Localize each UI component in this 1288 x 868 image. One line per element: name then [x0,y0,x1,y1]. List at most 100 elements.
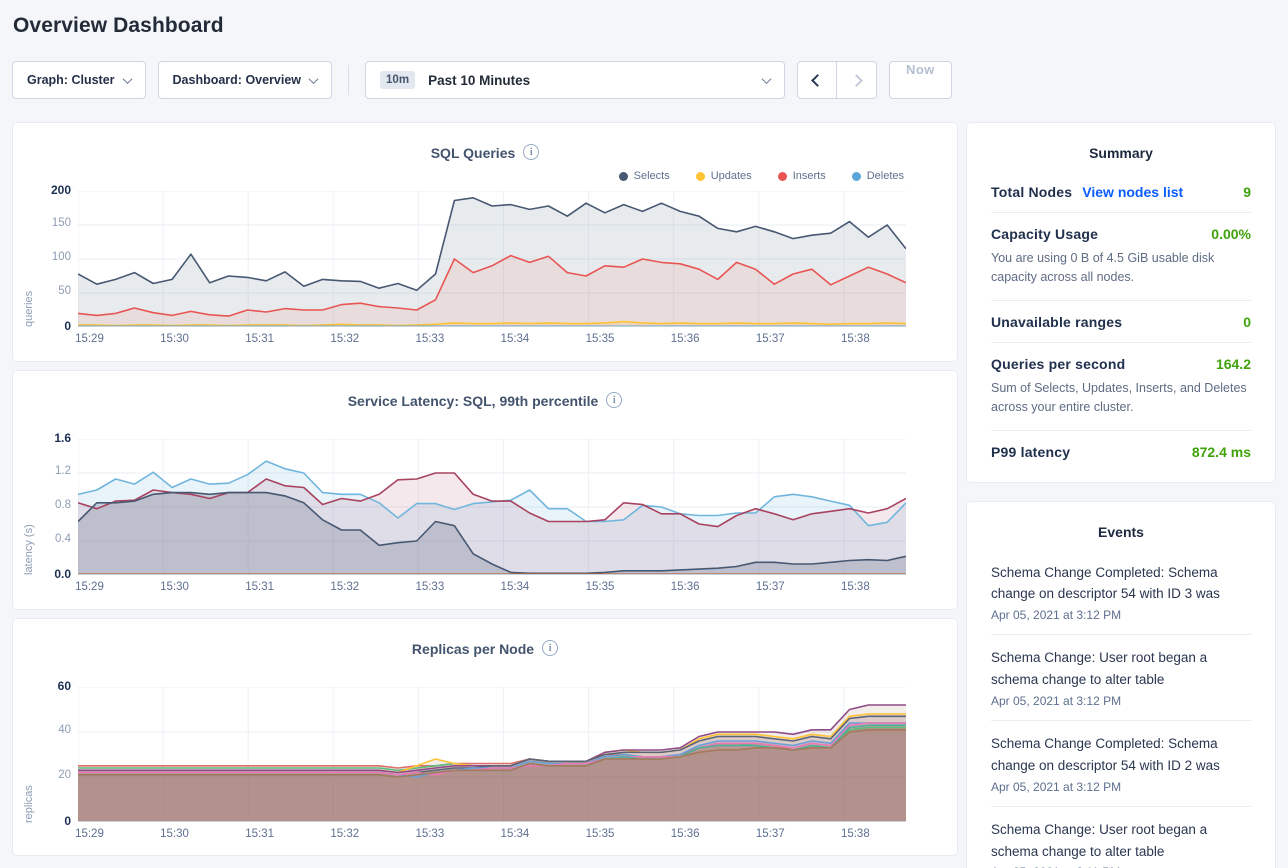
summary-label: Queries per second [991,356,1125,372]
events-title: Events [991,518,1251,550]
time-range-picker[interactable]: 10m Past 10 Minutes [365,61,785,99]
x-axis-tick-label: 15:34 [501,581,530,593]
chevron-down-icon [762,74,772,84]
summary-panel: Summary Total Nodes View nodes list 9 Ca… [966,122,1276,483]
chevron-down-icon [122,74,132,84]
info-icon[interactable]: i [542,640,558,656]
x-axis-tick-label: 15:38 [841,581,870,593]
y-axis-tick-label: 40 [27,724,71,736]
plot-area [78,191,906,327]
y-axis-unit-label: replicas [23,687,35,823]
chevron-right-icon [850,74,863,87]
event-message: Schema Change: User root began a schema … [991,819,1251,863]
y-axis-tick-label: 100 [27,251,71,263]
legend-dot-icon [696,172,705,181]
x-axis-tick-label: 15:32 [330,333,359,345]
y-axis-tick-label: 1.2 [27,465,71,477]
plot-area [78,439,906,575]
graph-dropdown[interactable]: Graph: Cluster [12,61,146,99]
summary-row-queries-per-second: Queries per second 164.2 Sum of Selects,… [991,342,1251,430]
event-message: Schema Change Completed: Schema change o… [991,733,1251,777]
legend-dot-icon [619,172,628,181]
time-next-button[interactable] [837,61,877,99]
legend-item-updates[interactable]: Updates [696,170,752,182]
time-prev-button[interactable] [797,61,837,99]
legend-label: Selects [634,170,670,182]
events-panel: Events Schema Change Completed: Schema c… [966,501,1276,868]
y-axis-tick-label: 50 [27,285,71,297]
chart-card-sql-queries: SQL Queries i Selects Updates Inserts Delet… [12,122,958,362]
dashboard-dropdown-label: Dashboard: Overview [173,73,302,87]
chart-legend [13,409,957,439]
event-message: Schema Change: User root began a schema … [991,647,1251,691]
event-message: Schema Change Completed: Schema change o… [991,562,1251,606]
right-sidebar: Summary Total Nodes View nodes list 9 Ca… [966,122,1276,868]
x-axis-tick-label: 15:35 [586,581,615,593]
y-axis-tick-label: 0 [27,319,71,333]
summary-value: 872.4 ms [1192,444,1251,460]
x-axis-tick-label: 15:31 [245,828,274,840]
plot-area [78,687,906,822]
dashboard-dropdown[interactable]: Dashboard: Overview [158,61,333,99]
event-item[interactable]: Schema Change: User root began a schema … [991,806,1251,868]
event-item[interactable]: Schema Change Completed: Schema change o… [991,550,1251,635]
summary-value: 0.00% [1211,226,1251,242]
x-axis-tick-label: 15:37 [756,333,785,345]
event-timestamp: Apr 05, 2021 at 3:12 PM [991,608,1251,622]
x-axis-tick-label: 15:32 [330,581,359,593]
chart-body: latency (s) 0.00.40.81.21.615:2915:3015:… [13,439,957,607]
x-axis-tick-label: 15:36 [671,581,700,593]
y-axis-tick-label: 20 [27,769,71,781]
time-window-badge: 10m [380,71,415,89]
x-axis-tick-label: 15:35 [586,828,615,840]
x-axis-tick-label: 15:36 [671,828,700,840]
legend-item-deletes[interactable]: Deletes [852,170,904,182]
y-axis-tick-label: 0.8 [27,499,71,511]
summary-label: Total Nodes [991,184,1072,200]
summary-value: 164.2 [1216,356,1251,372]
y-axis-tick-label: 150 [27,217,71,229]
chart-header: SQL Queries i [13,123,957,161]
legend-label: Updates [711,170,752,182]
chart-legend [13,657,957,687]
legend-dot-icon [852,172,861,181]
x-axis-tick-label: 15:37 [756,581,785,593]
info-icon[interactable]: i [523,144,539,160]
x-axis-tick-label: 15:29 [75,828,104,840]
chart-title: Service Latency: SQL, 99th percentile [348,393,599,409]
legend-label: Deletes [867,170,904,182]
x-axis-tick-label: 15:36 [671,333,700,345]
legend-item-selects[interactable]: Selects [619,170,670,182]
y-axis-tick-label: 200 [27,183,71,197]
summary-note: You are using 0 B of 4.5 GiB usable disk… [991,249,1251,288]
view-nodes-list-link[interactable]: View nodes list [1082,184,1183,200]
x-axis-tick-label: 15:30 [160,581,189,593]
chart-card-replicas-per-node: Replicas per Node i replicas 020406015:2… [12,618,958,856]
x-axis-tick-label: 15:38 [841,333,870,345]
x-axis-tick-label: 15:34 [501,333,530,345]
summary-label: Unavailable ranges [991,314,1122,330]
legend-item-inserts[interactable]: Inserts [778,170,826,182]
y-axis-tick-label: 60 [27,679,71,693]
y-axis-tick-label: 0 [27,814,71,828]
info-icon[interactable]: i [606,392,622,408]
event-item[interactable]: Schema Change: User root began a schema … [991,634,1251,720]
summary-label: P99 latency [991,444,1070,460]
now-button[interactable]: Now [889,61,952,99]
event-item[interactable]: Schema Change Completed: Schema change o… [991,720,1251,806]
summary-label: Capacity Usage [991,226,1098,242]
main-layout: SQL Queries i Selects Updates Inserts Delet… [12,122,1276,868]
x-axis-tick-label: 15:32 [330,828,359,840]
summary-value: 9 [1243,184,1251,200]
summary-row-unavailable-ranges: Unavailable ranges 0 [991,300,1251,342]
x-axis-tick-label: 15:38 [841,828,870,840]
y-axis-tick-label: 0.4 [27,533,71,545]
chart-body: replicas 020406015:2915:3015:3115:3215:3… [13,687,957,855]
x-axis-tick-label: 15:30 [160,828,189,840]
x-axis-tick-label: 15:37 [756,828,785,840]
legend-label: Inserts [793,170,826,182]
chart-body: queries 05010015020015:2915:3015:3115:32… [13,191,957,359]
y-axis-tick-label: 1.6 [27,431,71,445]
controls-bar: Graph: Cluster Dashboard: Overview 10m P… [12,60,1276,100]
x-axis-tick-label: 15:34 [501,828,530,840]
